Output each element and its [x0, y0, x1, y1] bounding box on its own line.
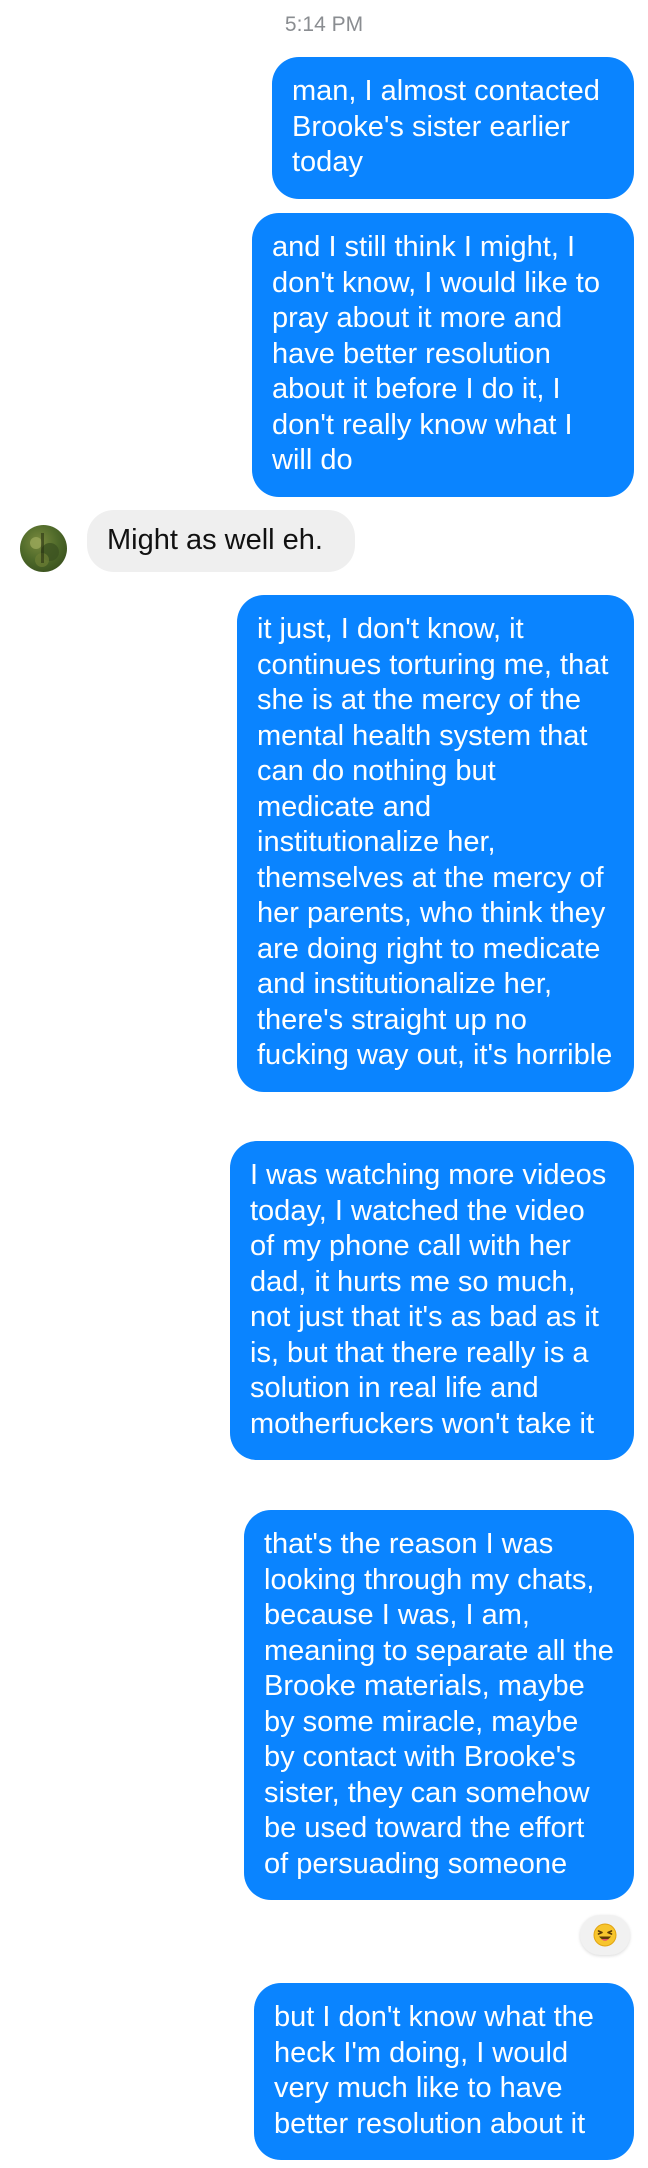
laughing-emoji-icon	[593, 1923, 617, 1947]
message-text: it just, I don't know, it continues tort…	[257, 613, 613, 1071]
outgoing-message-bubble[interactable]: I was watching more videos today, I watc…	[230, 1141, 634, 1460]
message-text: man, I almost contacted Brooke's sister …	[292, 75, 600, 178]
message-text: that's the reason I was looking through …	[264, 1528, 614, 1880]
message-text: Might as well eh.	[107, 524, 323, 556]
contact-avatar[interactable]	[20, 525, 67, 572]
outgoing-message-bubble[interactable]: and I still think I might, I don't know,…	[252, 213, 634, 497]
outgoing-message-bubble[interactable]: man, I almost contacted Brooke's sister …	[272, 57, 634, 199]
outgoing-message-bubble[interactable]: but I don't know what the heck I'm doing…	[254, 1983, 634, 2160]
outgoing-message-bubble[interactable]: it just, I don't know, it continues tort…	[237, 595, 634, 1092]
message-text: and I still think I might, I don't know,…	[272, 231, 600, 476]
message-timestamp: 5:14 PM	[284, 13, 364, 36]
incoming-message-bubble[interactable]: Might as well eh.	[87, 510, 355, 572]
message-text: I was watching more videos today, I watc…	[250, 1159, 607, 1440]
outgoing-message-bubble[interactable]: that's the reason I was looking through …	[244, 1510, 634, 1900]
message-reaction[interactable]	[580, 1915, 630, 1955]
message-text: but I don't know what the heck I'm doing…	[274, 2001, 594, 2140]
